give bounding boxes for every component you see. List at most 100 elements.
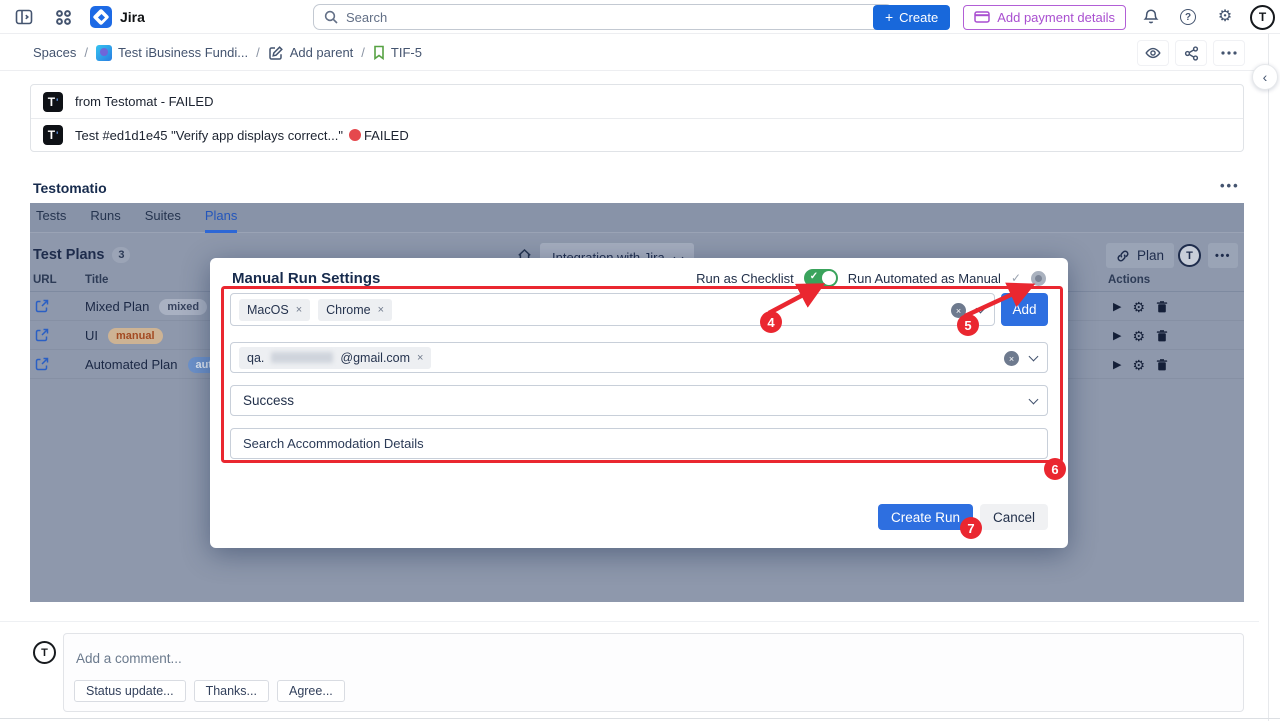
bookmark-icon [373, 45, 385, 60]
delete-trash-icon[interactable] [1156, 329, 1168, 342]
clear-field-icon[interactable]: × [951, 303, 966, 318]
collapse-sidebar-icon[interactable] [12, 5, 36, 29]
search-input[interactable] [346, 10, 882, 25]
credit-card-icon [974, 11, 990, 23]
assignee-multiselect[interactable]: qa.@gmail.com× × [230, 342, 1048, 373]
watch-eye-icon[interactable] [1137, 40, 1169, 66]
settings-gear-icon[interactable]: ⚙ [1132, 300, 1145, 314]
run-play-icon[interactable]: ▶ [1113, 358, 1121, 371]
app-switcher-icon[interactable] [51, 5, 75, 29]
run-play-icon[interactable]: ▶ [1113, 329, 1121, 342]
breadcrumb-add-parent[interactable]: Add parent [268, 45, 354, 61]
run-as-checklist-label: Run as Checklist [696, 271, 794, 286]
search-icon [324, 10, 338, 24]
check-icon: ✓ [1011, 271, 1021, 285]
chevron-down-icon [1029, 395, 1039, 405]
quick-reply-thanks[interactable]: Thanks... [194, 680, 269, 702]
status-select-value: Success [243, 386, 294, 416]
plus-icon: + [885, 9, 893, 25]
check-icon: ✓ [810, 271, 818, 282]
create-button[interactable]: + Create [873, 5, 950, 30]
page-actions [1137, 40, 1245, 66]
settings-gear-icon[interactable]: ⚙ [1213, 5, 1237, 29]
plan-count-badge: 3 [112, 247, 130, 263]
window-bottom-edge [0, 718, 1280, 719]
cancel-button[interactable]: Cancel [980, 504, 1048, 530]
tab-tests[interactable]: Tests [36, 203, 66, 233]
breadcrumb-issue[interactable]: TIF-5 [373, 45, 422, 60]
run-automated-toggle[interactable] [1031, 271, 1046, 286]
breadcrumb-project[interactable]: Test iBusiness Fundi... [96, 45, 248, 61]
delete-trash-icon[interactable] [1156, 358, 1168, 371]
right-panel-divider [1268, 34, 1269, 721]
run-title-field [230, 428, 1048, 459]
quick-replies: Status update... Thanks... Agree... [74, 680, 345, 702]
breadcrumb: Spaces / Test iBusiness Fundi... / Add p… [33, 34, 422, 71]
jira-home-link[interactable]: Jira [90, 6, 145, 28]
more-actions-icon[interactable] [1213, 40, 1245, 66]
list-item[interactable]: T' Test #ed1d1e45 "Verify app displays c… [31, 118, 1243, 151]
jira-logo-icon [90, 6, 112, 28]
add-payment-details-button[interactable]: Add payment details [963, 5, 1126, 30]
global-search[interactable] [313, 4, 893, 30]
quick-reply-status-update[interactable]: Status update... [74, 680, 186, 702]
quick-reply-agree[interactable]: Agree... [277, 680, 345, 702]
link-icon [1116, 249, 1130, 263]
environment-multiselect[interactable]: MacOS× Chrome× × [230, 293, 995, 326]
run-title-input[interactable] [231, 429, 1047, 458]
list-item[interactable]: T' from Testomat - FAILED [31, 85, 1243, 118]
assignee-tag: qa.@gmail.com× [239, 347, 431, 369]
collapse-panel-chevron-icon[interactable]: ‹ [1252, 64, 1278, 90]
settings-gear-icon[interactable]: ⚙ [1132, 329, 1145, 343]
remove-tag-icon[interactable]: × [378, 304, 384, 316]
plugin-tabs: Tests Runs Suites Plans [30, 203, 1244, 233]
env-tag: Chrome× [318, 299, 392, 321]
status-select[interactable]: Success [230, 385, 1048, 416]
help-icon[interactable]: ? [1176, 5, 1200, 29]
create-run-button[interactable]: Create Run [878, 504, 973, 530]
tab-suites[interactable]: Suites [145, 203, 181, 233]
delete-trash-icon[interactable] [1156, 300, 1168, 313]
testomatio-more-icon[interactable]: ••• [1220, 178, 1240, 193]
space-icon [96, 45, 112, 61]
comment-user-avatar: T [33, 641, 56, 664]
external-link-icon[interactable] [35, 357, 49, 371]
plan-title[interactable]: UI [85, 328, 98, 343]
topbar-left-group: Jira [12, 0, 145, 34]
breadcrumb-bar: Spaces / Test iBusiness Fundi... / Add p… [0, 34, 1259, 71]
comment-separator [0, 621, 1259, 622]
settings-gear-icon[interactable]: ⚙ [1132, 358, 1145, 372]
external-link-icon[interactable] [35, 299, 49, 313]
user-avatar[interactable]: T [1250, 5, 1275, 30]
tab-plans[interactable]: Plans [205, 203, 238, 233]
failed-status-dot [349, 129, 361, 141]
modal-title: Manual Run Settings [232, 270, 380, 287]
testomat-logo-icon: T' [43, 92, 63, 112]
comment-box: Status update... Thanks... Agree... [63, 633, 1244, 712]
plan-title[interactable]: Automated Plan [85, 357, 178, 372]
plan-type-badge: manual [108, 328, 163, 344]
run-play-icon[interactable]: ▶ [1113, 300, 1121, 313]
remove-tag-icon[interactable]: × [296, 304, 302, 316]
external-link-icon[interactable] [35, 328, 49, 342]
add-environment-button[interactable]: Add [1001, 293, 1048, 326]
clear-field-icon[interactable]: × [1004, 351, 1019, 366]
plan-title[interactable]: Mixed Plan [85, 299, 149, 314]
edit-pencil-icon [268, 45, 284, 61]
comment-input[interactable] [76, 648, 1226, 668]
testomat-circle-logo[interactable]: T [1178, 244, 1201, 267]
test-activity-list: T' from Testomat - FAILED T' Test #ed1d1… [30, 84, 1244, 152]
run-as-checklist-toggle[interactable]: ✓ [804, 269, 838, 287]
redacted-email-segment [271, 352, 333, 363]
plugin-more-icon[interactable]: ••• [1208, 243, 1238, 268]
testomatio-heading: Testomatio [33, 180, 107, 196]
testomat-logo-icon: T' [43, 125, 63, 145]
share-icon[interactable] [1175, 40, 1207, 66]
app-name: Jira [120, 9, 145, 25]
page: Jira + Create Add payment details ? ⚙ T [0, 0, 1280, 721]
plan-button[interactable]: Plan [1106, 243, 1174, 268]
tab-runs[interactable]: Runs [90, 203, 120, 233]
notifications-bell-icon[interactable] [1139, 5, 1163, 29]
breadcrumb-spaces[interactable]: Spaces [33, 45, 76, 60]
remove-tag-icon[interactable]: × [417, 352, 423, 364]
